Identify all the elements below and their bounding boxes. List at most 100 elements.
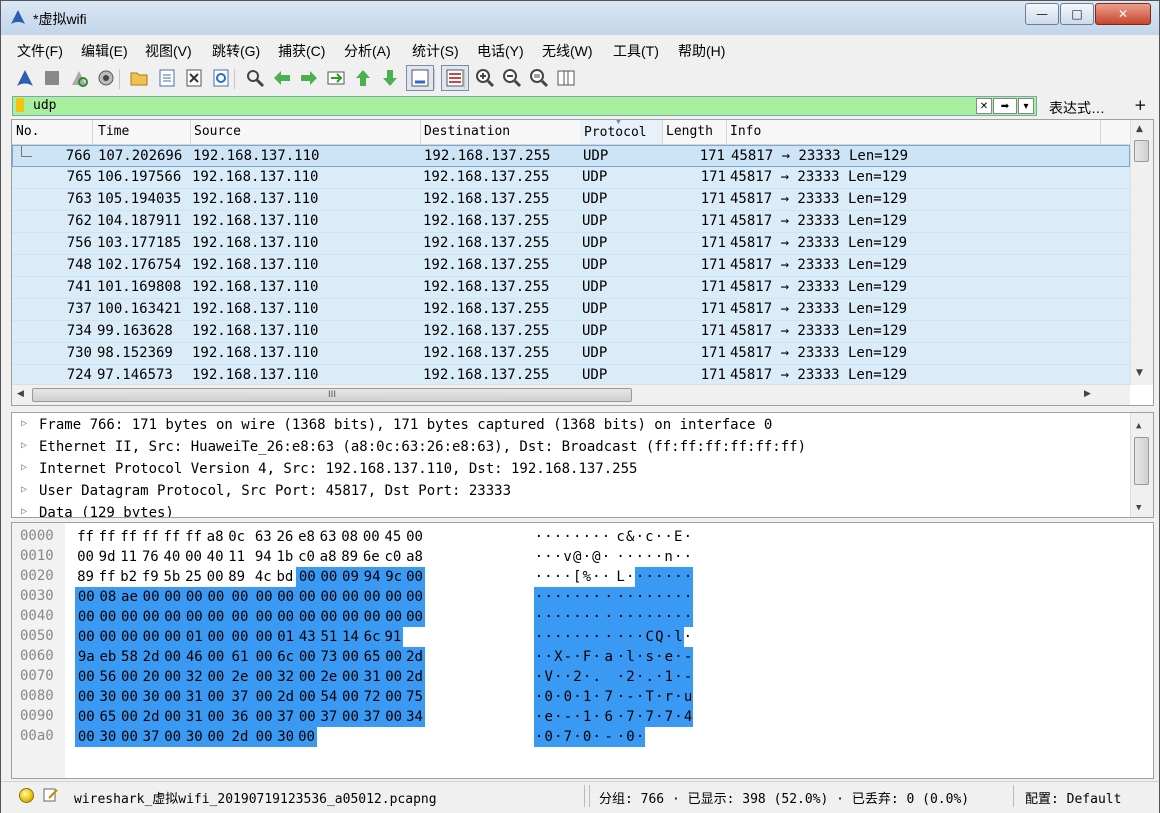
ascii-char[interactable]: -	[601, 727, 617, 747]
ascii-char[interactable]: ·	[654, 547, 664, 567]
hex-byte[interactable]: 09	[339, 567, 362, 587]
scroll-down-icon[interactable]: ▼	[1136, 368, 1143, 378]
hex-byte[interactable]: 37	[360, 707, 384, 727]
hex-byte[interactable]: 37	[139, 727, 163, 747]
hex-byte[interactable]: 34	[404, 707, 425, 727]
hex-byte[interactable]: 00	[161, 607, 184, 627]
hex-byte[interactable]: 00	[75, 727, 98, 747]
hex-byte[interactable]: 00	[118, 607, 141, 627]
menu-item[interactable]: 跳转(G)	[212, 41, 260, 61]
menu-item[interactable]: 捕获(C)	[278, 41, 325, 61]
hex-byte[interactable]: 00	[404, 527, 425, 547]
ascii-char[interactable]: @	[592, 547, 602, 567]
hex-byte[interactable]: 91	[382, 627, 404, 647]
hex-byte[interactable]: 00	[252, 707, 276, 727]
hex-byte[interactable]: 00	[139, 607, 163, 627]
column-header[interactable]: Time	[98, 124, 129, 144]
hex-byte[interactable]: 00	[382, 607, 405, 627]
menu-item[interactable]: 视图(V)	[145, 41, 192, 61]
hex-byte[interactable]: ff	[75, 527, 96, 547]
hex-byte[interactable]: 00	[226, 607, 254, 627]
hex-byte[interactable]: 00	[161, 707, 184, 727]
packet-row[interactable]: 762 104.187911 192.168.137.110 192.168.137.…	[12, 211, 1130, 233]
ascii-char[interactable]: ·	[563, 567, 573, 587]
hex-byte[interactable]: 4c	[253, 567, 274, 587]
clear-filter-icon[interactable]: ✕	[976, 98, 992, 114]
ascii-char[interactable]: ·	[553, 567, 563, 587]
hex-byte[interactable]: 00	[183, 587, 206, 607]
ascii-char[interactable]: ·	[635, 547, 645, 567]
hex-byte[interactable]: 73	[317, 647, 341, 667]
ascii-char[interactable]: ·	[683, 587, 694, 607]
hex-byte[interactable]: 1b	[274, 547, 295, 567]
hex-byte[interactable]: 94	[360, 567, 384, 587]
hex-byte[interactable]: 9c	[382, 567, 405, 587]
hex-byte[interactable]: ae	[118, 587, 141, 607]
close-file-icon[interactable]	[183, 67, 205, 89]
hex-byte[interactable]: 00	[161, 627, 184, 647]
hex-byte[interactable]: 00	[75, 587, 98, 607]
hex-byte[interactable]: 00	[75, 547, 96, 567]
hex-byte[interactable]: bd	[274, 567, 295, 587]
hex-byte[interactable]: 00	[296, 727, 317, 747]
hex-byte[interactable]: 30	[139, 687, 163, 707]
ascii-char[interactable]: ·	[601, 547, 611, 567]
hex-byte[interactable]: 00	[382, 687, 405, 707]
hex-byte[interactable]: 00	[252, 727, 276, 747]
ascii-char[interactable]: ·	[601, 607, 617, 627]
hex-byte[interactable]: 00	[317, 587, 341, 607]
close-button[interactable]: ✕	[1095, 3, 1151, 25]
zoom-out-icon[interactable]	[501, 67, 523, 89]
hex-byte[interactable]: 00	[252, 687, 276, 707]
stop-capture-icon[interactable]	[41, 67, 63, 89]
scroll-up-icon[interactable]: ▲	[1136, 124, 1143, 134]
hex-byte[interactable]: 00	[75, 667, 98, 687]
scroll-right-icon[interactable]: ▶	[1084, 389, 1091, 399]
packet-row[interactable]: 737 100.163421 192.168.137.110 192.168.137.…	[12, 299, 1130, 321]
ascii-char[interactable]: c	[645, 527, 655, 547]
hex-byte[interactable]: 37	[317, 707, 341, 727]
hex-byte[interactable]: 37	[226, 687, 254, 707]
hex-byte[interactable]: 00	[361, 527, 382, 547]
go-first-icon[interactable]	[352, 67, 374, 89]
hex-byte[interactable]: 00	[204, 707, 228, 727]
hex-byte[interactable]: 00	[382, 647, 405, 667]
ascii-char[interactable]	[601, 667, 617, 687]
ascii-char[interactable]: ·	[534, 547, 544, 567]
ascii-char[interactable]: ·	[664, 527, 674, 547]
hex-byte[interactable]: 00	[360, 607, 384, 627]
menu-item[interactable]: 帮助(H)	[678, 41, 725, 61]
add-filter-button[interactable]: +	[1134, 96, 1147, 114]
expand-arrow-icon[interactable]: ▷	[21, 506, 27, 517]
expression-button[interactable]: 表达式…	[1049, 98, 1105, 118]
hex-byte[interactable]: 00	[252, 607, 276, 627]
ascii-char[interactable]: ·	[654, 527, 664, 547]
hex-byte[interactable]: 00	[382, 667, 405, 687]
ascii-char[interactable]: @	[572, 547, 582, 567]
ascii-char[interactable]: ·	[645, 547, 655, 567]
hex-byte[interactable]: 36	[226, 707, 254, 727]
ascii-char[interactable]: L	[616, 567, 626, 587]
ascii-char[interactable]: ·	[601, 567, 611, 587]
menu-item[interactable]: 无线(W)	[542, 41, 593, 61]
detail-tree-item[interactable]: ▷ Data (129 bytes)	[12, 502, 1130, 517]
ascii-char[interactable]: ·	[534, 567, 544, 587]
hex-byte[interactable]: 6c	[360, 627, 384, 647]
hex-byte[interactable]: 26	[274, 527, 295, 547]
hex-byte[interactable]: 00	[161, 667, 184, 687]
hex-byte[interactable]: 00	[382, 707, 405, 727]
ascii-char[interactable]: ·	[601, 587, 617, 607]
column-header[interactable]: Info	[730, 124, 761, 144]
hex-byte[interactable]: 00	[75, 607, 98, 627]
find-packet-icon[interactable]	[244, 67, 266, 89]
hex-byte[interactable]: 00	[296, 707, 319, 727]
scroll-down-icon[interactable]: ▼	[1136, 503, 1141, 513]
hex-byte[interactable]: 00	[274, 587, 297, 607]
hex-byte[interactable]: ff	[118, 527, 139, 547]
ascii-char[interactable]: ·	[683, 567, 694, 587]
apply-filter-icon[interactable]: ➡	[993, 98, 1017, 114]
restart-capture-icon[interactable]	[68, 67, 90, 89]
hex-byte[interactable]: 00	[339, 707, 362, 727]
packet-row[interactable]: 730 98.152369 192.168.137.110 192.168.137.2…	[12, 343, 1130, 365]
hex-byte[interactable]: 00	[404, 567, 425, 587]
